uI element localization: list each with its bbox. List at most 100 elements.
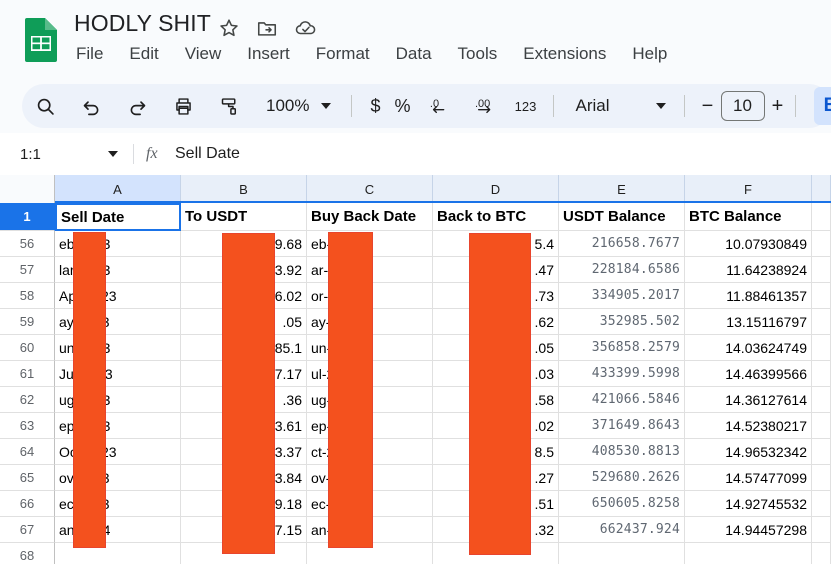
row-header-57[interactable]: 57 [0, 257, 55, 283]
cell-e66[interactable]: 650605.8258 [559, 491, 685, 517]
cell-g60[interactable] [812, 335, 831, 361]
cell-f60[interactable]: 14.03624749 [685, 335, 812, 361]
cell-g64[interactable] [812, 439, 831, 465]
cell-f61[interactable]: 14.46399566 [685, 361, 812, 387]
cell-e1[interactable]: USDT Balance [559, 203, 685, 231]
redo-icon[interactable] [120, 89, 154, 123]
row-header-61[interactable]: 61 [0, 361, 55, 387]
cell-e63[interactable]: 371649.8643 [559, 413, 685, 439]
chevron-down-icon[interactable] [108, 151, 118, 157]
cell-g61[interactable] [812, 361, 831, 387]
formula-input[interactable]: Sell Date [175, 145, 240, 163]
sheets-logo-icon[interactable] [21, 16, 61, 64]
select-all-corner[interactable] [0, 175, 55, 203]
column-header-d[interactable]: D [433, 175, 559, 203]
cell-g1[interactable] [812, 203, 831, 231]
cell-g63[interactable] [812, 413, 831, 439]
bar-3[interactable] [328, 232, 373, 548]
menu-item-insert[interactable]: Insert [234, 42, 303, 66]
star-icon[interactable] [218, 17, 240, 39]
bar-4[interactable] [469, 233, 531, 555]
cell-g57[interactable] [812, 257, 831, 283]
menu-item-help[interactable]: Help [619, 42, 680, 66]
cell-g67[interactable] [812, 517, 831, 543]
more-formats-button[interactable]: 123 [509, 95, 543, 118]
bar-1[interactable] [73, 232, 106, 548]
row-header-64[interactable]: 64 [0, 439, 55, 465]
print-icon[interactable] [166, 89, 200, 123]
menu-item-edit[interactable]: Edit [116, 42, 171, 66]
row-header-65[interactable]: 65 [0, 465, 55, 491]
row-header-60[interactable]: 60 [0, 335, 55, 361]
cell-b1[interactable]: To USDT [181, 203, 307, 231]
cell-f63[interactable]: 14.52380217 [685, 413, 812, 439]
cloud-saved-icon[interactable] [294, 17, 316, 39]
cell-g56[interactable] [812, 231, 831, 257]
cell-f1[interactable]: BTC Balance [685, 203, 812, 231]
move-to-folder-icon[interactable] [256, 17, 278, 39]
cell-e65[interactable]: 529680.2626 [559, 465, 685, 491]
cell-e64[interactable]: 408530.8813 [559, 439, 685, 465]
row-header-1[interactable]: 1 [0, 203, 55, 231]
cell-f67[interactable]: 14.94457298 [685, 517, 812, 543]
cell-e61[interactable]: 433399.5998 [559, 361, 685, 387]
increase-font-size-button[interactable]: + [765, 91, 791, 122]
column-header-f[interactable]: F [685, 175, 812, 203]
cell-e67[interactable]: 662437.924 [559, 517, 685, 543]
currency-format-button[interactable]: $ [362, 92, 388, 121]
column-header-e[interactable]: E [559, 175, 685, 203]
paint-format-icon[interactable] [212, 89, 246, 123]
menu-item-tools[interactable]: Tools [445, 42, 511, 66]
cell-g66[interactable] [812, 491, 831, 517]
cell-f68[interactable] [685, 543, 812, 564]
percent-format-button[interactable]: % [388, 92, 416, 121]
bold-button[interactable]: B [813, 87, 831, 125]
bar-2[interactable] [222, 233, 275, 554]
row-header-62[interactable]: 62 [0, 387, 55, 413]
menu-item-format[interactable]: Format [303, 42, 383, 66]
cell-g58[interactable] [812, 283, 831, 309]
cell-f57[interactable]: 11.64238924 [685, 257, 812, 283]
decrease-decimal-icon[interactable]: .0 [423, 89, 457, 123]
undo-icon[interactable] [74, 89, 108, 123]
cell-f65[interactable]: 14.57477099 [685, 465, 812, 491]
document-title[interactable]: HODLY SHIT [74, 10, 211, 37]
cell-g62[interactable] [812, 387, 831, 413]
name-box[interactable]: 1:1 [6, 133, 128, 175]
cell-f56[interactable]: 10.07930849 [685, 231, 812, 257]
column-header-b[interactable]: B [181, 175, 307, 203]
cell-c1[interactable]: Buy Back Date [307, 203, 433, 231]
cell-f58[interactable]: 11.88461357 [685, 283, 812, 309]
row-header-59[interactable]: 59 [0, 309, 55, 335]
cell-e59[interactable]: 352985.502 [559, 309, 685, 335]
cell-f62[interactable]: 14.36127614 [685, 387, 812, 413]
chevron-down-icon[interactable] [321, 103, 332, 109]
cell-e57[interactable]: 228184.6586 [559, 257, 685, 283]
cell-e68[interactable] [559, 543, 685, 564]
decrease-font-size-button[interactable]: − [695, 91, 721, 122]
cell-f66[interactable]: 14.92745532 [685, 491, 812, 517]
row-header-63[interactable]: 63 [0, 413, 55, 439]
menu-item-file[interactable]: File [72, 42, 116, 66]
zoom-control[interactable]: 100% [260, 92, 337, 120]
cell-e62[interactable]: 421066.5846 [559, 387, 685, 413]
chevron-down-icon[interactable] [655, 103, 666, 109]
cell-e56[interactable]: 216658.7677 [559, 231, 685, 257]
cell-f59[interactable]: 13.15116797 [685, 309, 812, 335]
cell-a1[interactable]: Sell Date [55, 203, 181, 231]
row-header-66[interactable]: 66 [0, 491, 55, 517]
row-header-58[interactable]: 58 [0, 283, 55, 309]
column-header-c[interactable]: C [307, 175, 433, 203]
cell-g65[interactable] [812, 465, 831, 491]
cell-g59[interactable] [812, 309, 831, 335]
font-family-selector[interactable]: Arial [570, 96, 666, 116]
cell-g68[interactable] [812, 543, 831, 564]
row-header-67[interactable]: 67 [0, 517, 55, 543]
increase-decimal-icon[interactable]: .00 [469, 89, 503, 123]
font-size-input[interactable]: 10 [720, 91, 765, 121]
cell-f64[interactable]: 14.96532342 [685, 439, 812, 465]
cell-d1[interactable]: Back to BTC [433, 203, 559, 231]
menu-item-data[interactable]: Data [383, 42, 445, 66]
menu-item-extensions[interactable]: Extensions [510, 42, 619, 66]
menu-item-view[interactable]: View [172, 42, 235, 66]
